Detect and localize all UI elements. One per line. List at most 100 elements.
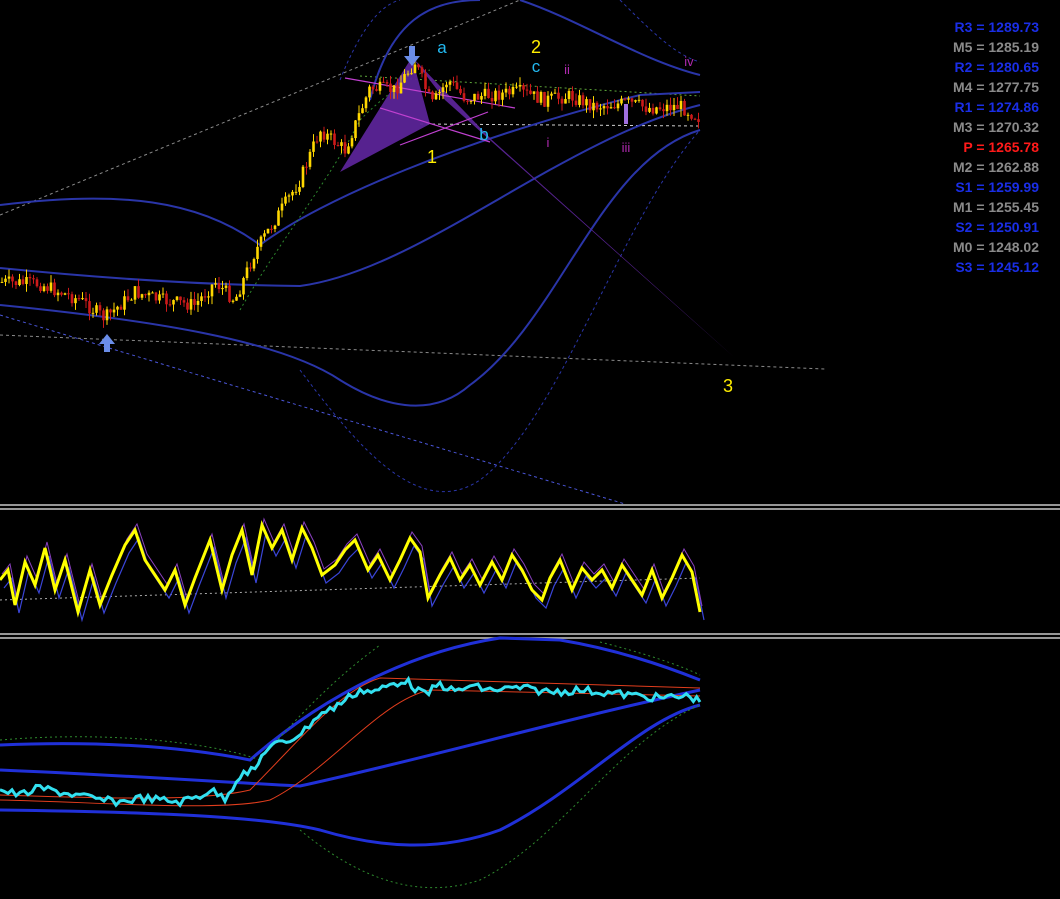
candle-body bbox=[329, 133, 333, 135]
candle-body bbox=[417, 64, 420, 68]
candle-body bbox=[368, 86, 371, 98]
price-panel: a 2c iiivb1i iii3 bbox=[0, 0, 826, 505]
candle-body bbox=[298, 187, 301, 192]
candle-body bbox=[56, 292, 60, 296]
candle-body bbox=[63, 293, 67, 295]
candle-body bbox=[74, 298, 77, 304]
candle-body bbox=[494, 90, 497, 102]
candle-body bbox=[620, 98, 623, 104]
candle-body bbox=[508, 88, 511, 95]
pivot-level-p: P = 1265.78 bbox=[963, 139, 1039, 155]
envelope-base bbox=[0, 104, 701, 288]
candle-body bbox=[592, 102, 595, 111]
osc-main-line bbox=[0, 520, 702, 618]
candle-body bbox=[532, 91, 536, 94]
candle-body bbox=[25, 277, 28, 284]
candle-body bbox=[410, 73, 413, 75]
candle-body bbox=[445, 84, 448, 88]
candle-body bbox=[672, 104, 676, 111]
candle-body bbox=[452, 81, 455, 83]
candle-body bbox=[627, 98, 630, 100]
candle-body bbox=[599, 108, 602, 110]
wave-label-9: 3 bbox=[723, 376, 733, 396]
candle-body bbox=[273, 225, 277, 229]
candle-body bbox=[389, 83, 392, 93]
candle-body bbox=[256, 246, 259, 260]
envelope-outer-dotted bbox=[299, 129, 701, 492]
candle-body bbox=[662, 109, 665, 112]
candle-body bbox=[434, 93, 438, 100]
candle-body bbox=[396, 85, 399, 94]
candle-body bbox=[123, 296, 126, 310]
candle-body bbox=[42, 286, 46, 291]
candle-body bbox=[67, 293, 70, 295]
candle-body bbox=[399, 82, 403, 94]
pivot-level-m4: M4 = 1277.75 bbox=[953, 79, 1039, 95]
candle-body bbox=[308, 151, 312, 167]
candle-body bbox=[676, 104, 679, 110]
candle-body bbox=[312, 141, 315, 152]
candle-body bbox=[21, 279, 25, 284]
mom-band-mid bbox=[0, 688, 701, 788]
candle-body bbox=[147, 292, 151, 296]
momentum-panel bbox=[0, 636, 702, 889]
candle-body bbox=[644, 106, 648, 112]
candle-body bbox=[347, 146, 350, 154]
candle-body bbox=[574, 100, 578, 105]
candle-body bbox=[130, 299, 133, 301]
candle-body bbox=[210, 284, 214, 297]
candle-body bbox=[543, 91, 546, 107]
candle-body bbox=[343, 142, 347, 154]
candle-body bbox=[217, 283, 221, 290]
candle-body bbox=[91, 312, 95, 314]
candle-body bbox=[469, 100, 473, 102]
envelope-lower bbox=[0, 129, 701, 407]
candle-body bbox=[32, 278, 35, 280]
candle-body bbox=[165, 293, 168, 305]
candle-body bbox=[581, 95, 585, 106]
candle-body bbox=[655, 107, 658, 114]
candle-body bbox=[14, 281, 18, 286]
panel-divider-1 bbox=[0, 504, 1060, 510]
candle-body bbox=[119, 306, 123, 310]
harmonic-pattern-left bbox=[340, 57, 430, 172]
candle-body bbox=[361, 108, 364, 114]
candle-body bbox=[686, 114, 690, 116]
mom-main-line bbox=[0, 675, 702, 808]
candle-body bbox=[529, 90, 532, 94]
channel-line-upper bbox=[0, 0, 521, 216]
candle-body bbox=[616, 103, 620, 109]
candle-body bbox=[637, 99, 641, 101]
candle-body bbox=[81, 298, 84, 300]
pivot-level-m2: M2 = 1262.88 bbox=[953, 159, 1039, 175]
candle-body bbox=[77, 298, 81, 300]
small-down-arrow-icon bbox=[624, 104, 628, 124]
candle-body bbox=[259, 236, 263, 247]
candle-body bbox=[487, 88, 490, 98]
wave-label-8: iii bbox=[622, 140, 631, 155]
candle-body bbox=[182, 300, 186, 303]
candle-body bbox=[221, 287, 224, 290]
candle-body bbox=[571, 90, 574, 101]
candle-body bbox=[319, 131, 322, 142]
candle-body bbox=[0, 281, 4, 283]
pivot-level-m1: M1 = 1255.45 bbox=[953, 199, 1039, 215]
candle-body bbox=[175, 296, 179, 300]
candle-body bbox=[263, 233, 266, 237]
candle-body bbox=[242, 278, 245, 295]
trading-chart: a 2c iiivb1i iii3 R3 = 1289.73M5 = 1285.19R… bbox=[0, 0, 1060, 889]
candle-body bbox=[179, 296, 182, 301]
candle-body bbox=[245, 267, 249, 279]
candle-body bbox=[473, 93, 476, 101]
candle-body bbox=[11, 276, 14, 282]
candle-body bbox=[340, 142, 343, 146]
candle-body bbox=[158, 294, 161, 301]
candle-body bbox=[679, 100, 683, 110]
pivot-level-r1: R1 = 1274.86 bbox=[955, 99, 1040, 115]
pivot-level-m0: M0 = 1248.02 bbox=[953, 239, 1039, 255]
candle-body bbox=[284, 196, 287, 204]
candle-body bbox=[525, 89, 529, 91]
candle-body bbox=[683, 100, 686, 116]
candle-body bbox=[350, 138, 354, 147]
candle-body bbox=[427, 89, 431, 92]
